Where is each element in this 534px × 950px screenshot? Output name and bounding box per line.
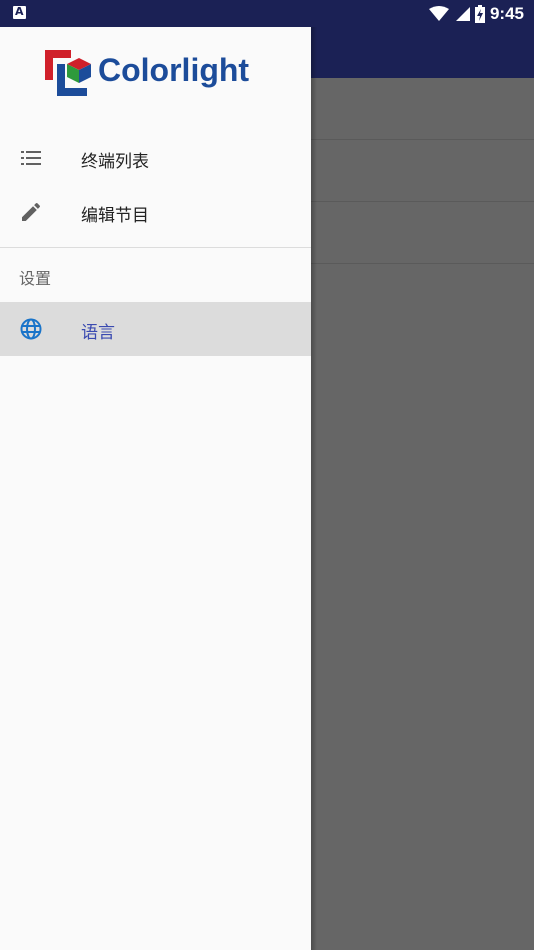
drawer-divider [0,247,311,248]
status-right: 9:45 [428,0,524,27]
edit-pencil-icon [22,202,41,221]
nav-item-label: 终端列表 [81,152,149,172]
settings-section-header: 设置 [19,269,52,288]
nav-item-edit-program[interactable]: 编辑节目 [0,185,311,239]
globe-icon [20,318,42,340]
wifi-icon [428,5,449,21]
colorlight-logo: Colorlight [45,50,275,98]
nav-item-terminal-list[interactable]: 终端列表 [0,131,311,185]
navigation-drawer: Colorlight 终端列表 编辑节目 设置 语言 [0,27,311,950]
nav-item-label: 语言 [81,323,115,343]
battery-charging-icon [474,4,485,23]
list-icon [21,151,41,165]
nav-item-label: 编辑节目 [81,206,149,226]
nav-item-language[interactable]: 语言 [0,302,311,356]
logo-text: Colorlight [98,52,250,88]
drawer-shadow [311,27,317,950]
notification-a-icon [13,5,26,19]
status-time: 9:45 [489,3,524,23]
status-bar: 9:45 [0,0,534,27]
signal-icon [455,6,470,21]
colorlight-logo-icon [45,50,91,96]
